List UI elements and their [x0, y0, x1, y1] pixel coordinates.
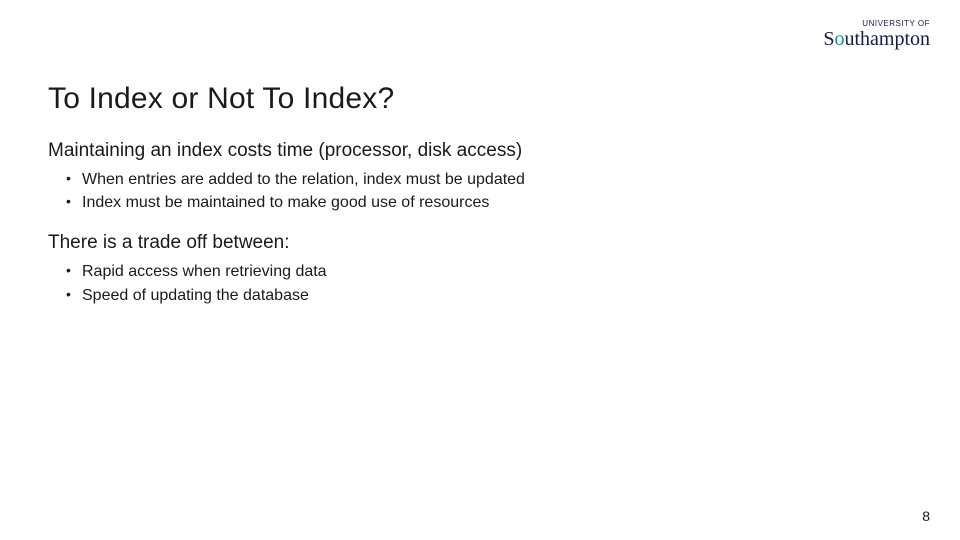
- section-lead: There is a trade off between:: [48, 232, 912, 254]
- list-item: When entries are added to the relation, …: [82, 168, 912, 191]
- logo-main-text: Southampton: [823, 29, 930, 49]
- list-item: Index must be maintained to make good us…: [82, 191, 912, 214]
- bullet-list: When entries are added to the relation, …: [48, 168, 912, 214]
- bullet-list: Rapid access when retrieving data Speed …: [48, 260, 912, 306]
- university-logo: UNIVERSITY OF Southampton: [823, 20, 930, 49]
- logo-top-text: UNIVERSITY OF: [823, 20, 930, 28]
- list-item: Speed of updating the database: [82, 284, 912, 307]
- list-item: Rapid access when retrieving data: [82, 260, 912, 283]
- page-number: 8: [922, 508, 930, 524]
- slide: UNIVERSITY OF Southampton To Index or No…: [0, 0, 960, 540]
- slide-body: Maintaining an index costs time (process…: [48, 140, 912, 325]
- section-lead: Maintaining an index costs time (process…: [48, 140, 912, 162]
- slide-title: To Index or Not To Index?: [48, 82, 394, 116]
